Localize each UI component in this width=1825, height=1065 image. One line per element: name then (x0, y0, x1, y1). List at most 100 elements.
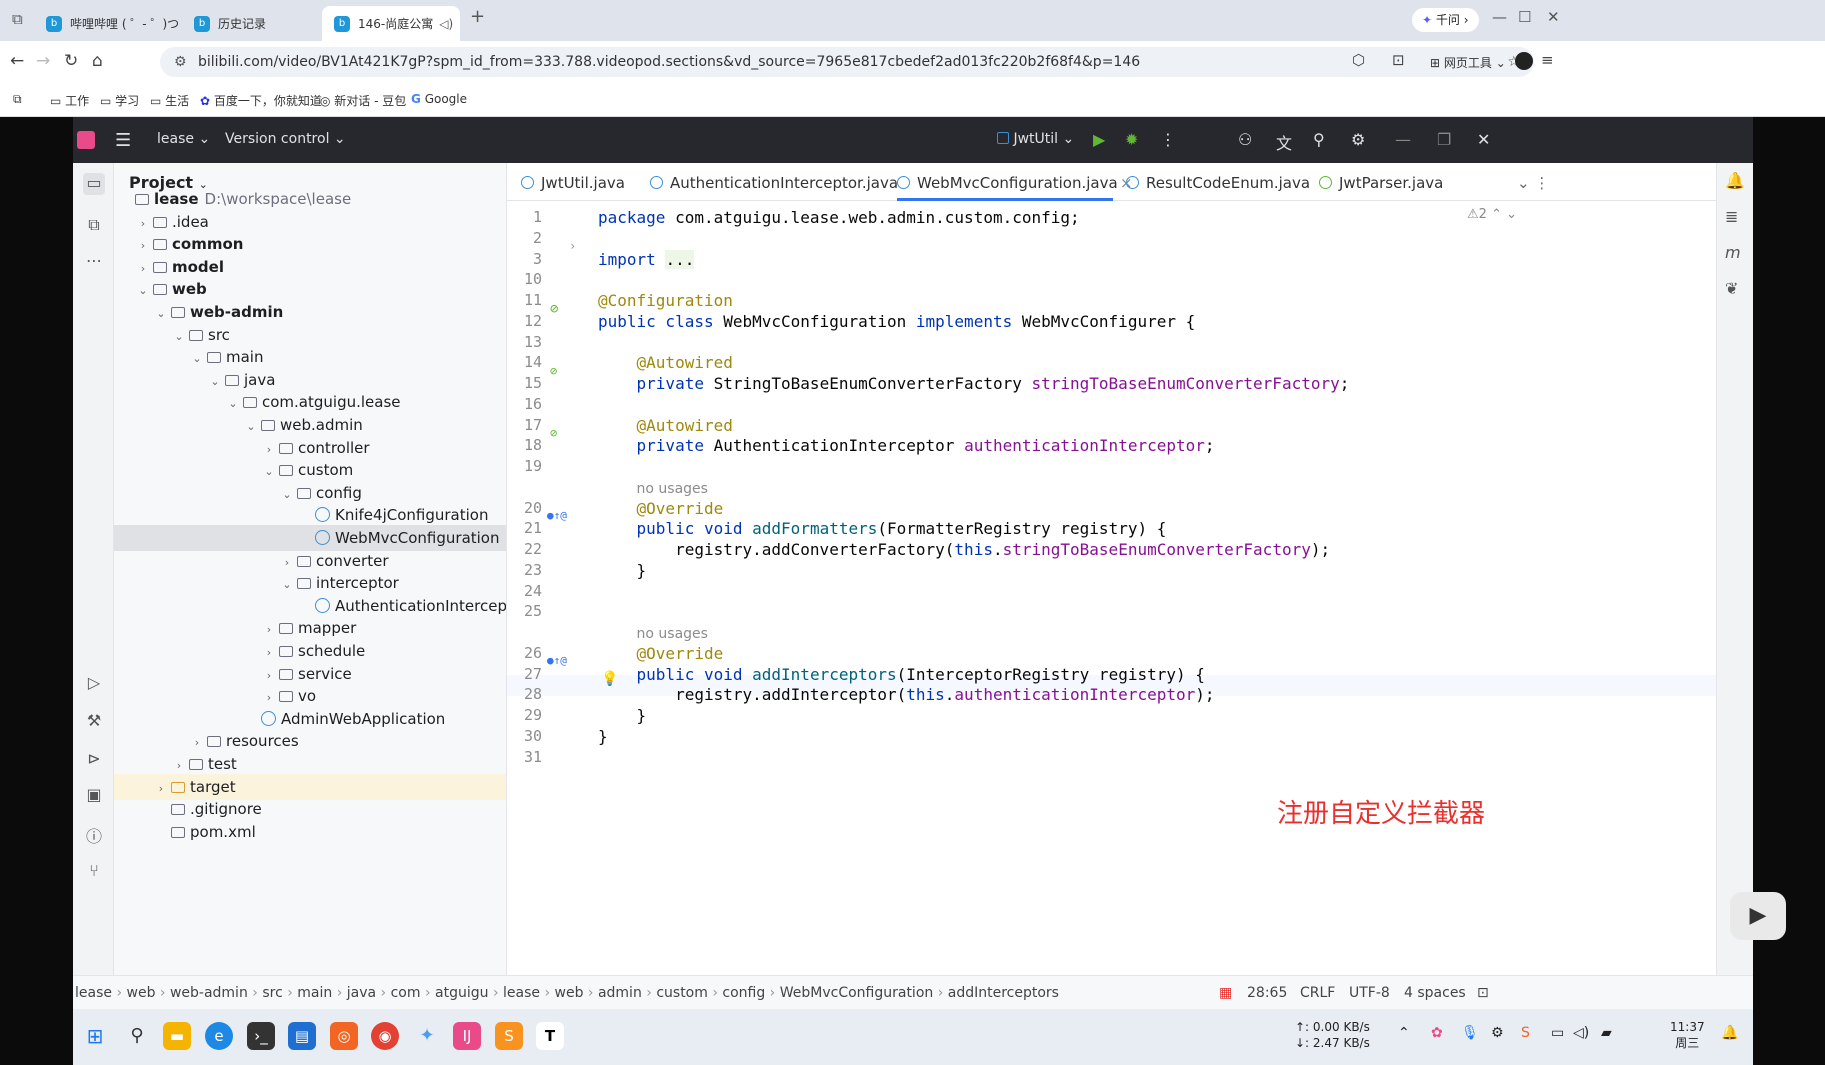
bookmark-google[interactable]: G Google (411, 92, 467, 106)
bookmark-life[interactable]: ▭ 生活 (150, 92, 189, 109)
code-line[interactable]: public class WebMvcConfiguration impleme… (598, 311, 1195, 332)
main-menu-icon[interactable]: ☰ (115, 130, 131, 151)
avatar[interactable] (1515, 52, 1533, 70)
code-line[interactable]: public void addFormatters(FormatterRegis… (598, 518, 1167, 539)
gradle-icon[interactable]: ❦ (1725, 279, 1738, 298)
ide-close-icon[interactable]: ✕ (1477, 130, 1490, 149)
code-line[interactable]: @Override (598, 643, 724, 664)
tab-result-code-enum[interactable]: ResultCodeEnum.java (1126, 163, 1310, 201)
services-icon[interactable]: ⊳ (83, 749, 105, 771)
taskbar-search-icon[interactable]: ⚲ (123, 1022, 151, 1050)
problems-icon[interactable]: ⓘ (83, 823, 105, 846)
tray-chevron-icon[interactable]: ⌃ (1398, 1025, 1410, 1041)
breadcrumb-item[interactable]: src (262, 985, 282, 1001)
screenshot-icon[interactable]: ⊡ (1392, 51, 1405, 69)
typora-icon[interactable]: T (536, 1022, 564, 1050)
code-area[interactable]: 1 package com.atguigu.lease.web.admin.cus… (507, 201, 1716, 975)
project-tool-icon[interactable]: ▭ (83, 173, 105, 195)
vcs-menu[interactable]: Version control ⌄ (225, 131, 346, 147)
breadcrumb-item[interactable]: addInterceptors (948, 985, 1059, 1001)
ide-minimize-icon[interactable]: — (1395, 130, 1411, 149)
code-line[interactable]: public void addInterceptors(InterceptorR… (598, 664, 1205, 685)
search-icon[interactable]: ⚲ (1313, 130, 1325, 149)
code-line[interactable]: import ... (598, 249, 695, 270)
intellij-taskbar-icon[interactable]: IJ (453, 1022, 481, 1050)
clock[interactable]: 11:37 周三 (1670, 1019, 1705, 1051)
indent-setting[interactable]: 4 spaces (1404, 976, 1466, 1010)
terminal-icon[interactable]: ▣ (83, 785, 105, 807)
run-icon[interactable]: ▶ (1093, 130, 1105, 149)
code-line[interactable]: no usages (598, 622, 708, 643)
maven-icon[interactable]: m (1725, 243, 1741, 262)
extensions-icon[interactable]: ⬡ (1352, 51, 1365, 69)
breadcrumb-item[interactable]: WebMvcConfiguration (780, 985, 934, 1001)
tabs-more-icon[interactable]: ⌄ ⋮ (1517, 163, 1549, 201)
breadcrumb-item[interactable]: web-admin (170, 985, 248, 1001)
minimize-icon[interactable]: — (1492, 8, 1507, 26)
database-icon[interactable]: ≣ (1725, 207, 1738, 226)
code-line[interactable]: } (598, 560, 647, 581)
code-line[interactable]: registry.addConverterFactory(this.string… (598, 539, 1330, 560)
new-tab-button[interactable]: + (470, 6, 485, 27)
tray-settings-icon[interactable]: ⚙ (1491, 1025, 1504, 1041)
tab-jwtutil[interactable]: JwtUtil.java (521, 163, 625, 201)
file-explorer-icon[interactable]: ▬ (163, 1022, 191, 1050)
store-icon[interactable]: ▤ (288, 1022, 316, 1050)
more-icon[interactable]: ⋮ (1160, 130, 1176, 149)
caret-position[interactable]: 28:65 (1247, 976, 1287, 1010)
lock-icon[interactable]: ⊡ (1477, 976, 1489, 1010)
breadcrumb-item[interactable]: lease (75, 985, 112, 1001)
code-line[interactable]: no usages (598, 477, 708, 498)
run-config-selector[interactable]: JwtUtil ⌄ (997, 131, 1074, 147)
breadcrumb-item[interactable]: admin (598, 985, 642, 1001)
tray-s-icon[interactable]: S (1521, 1025, 1530, 1041)
git-icon[interactable]: ⑂ (83, 861, 105, 883)
battery-icon[interactable]: ▰ (1601, 1025, 1612, 1041)
code-line[interactable]: } (598, 726, 608, 747)
breadcrumb-item[interactable]: atguigu (435, 985, 488, 1001)
qianwen-button[interactable]: ✦ 千问 › (1412, 8, 1479, 32)
code-line[interactable]: } (598, 705, 647, 726)
video-player[interactable]: ☰ lease ⌄ Version control ⌄ JwtUtil ⌄ ▶ … (0, 117, 1825, 1065)
code-line[interactable]: registry.addInterceptor(this.authenticat… (598, 684, 1214, 705)
breadcrumb-item[interactable]: web (127, 985, 156, 1001)
breadcrumb-item[interactable]: lease (503, 985, 540, 1001)
debug-icon[interactable]: ✹ (1125, 130, 1138, 149)
terminal-app-icon[interactable]: ›_ (247, 1022, 275, 1050)
app-orange-icon[interactable]: ◎ (330, 1022, 358, 1050)
url-field[interactable]: ⚙ bilibili.com/video/BV1At421K7gP?spm_id… (160, 47, 1534, 77)
tab-search-icon[interactable]: ⧉ (12, 10, 23, 28)
mic-icon[interactable]: 🎙 (1461, 1025, 1479, 1041)
breadcrumb-item[interactable]: config (722, 985, 765, 1001)
translate-icon[interactable]: 文 (1276, 130, 1292, 154)
breadcrumb-item[interactable]: main (297, 985, 332, 1001)
code-line[interactable]: @Configuration (598, 290, 733, 311)
menu-icon[interactable]: ≡ (1541, 51, 1554, 69)
bookmark-baidu[interactable]: ✿ 百度一下，你就知道 (200, 92, 322, 109)
close-window-icon[interactable]: ✕ (1547, 8, 1560, 26)
code-line[interactable]: @Override (598, 498, 724, 519)
bookmark-study[interactable]: ▭ 学习 (100, 92, 139, 109)
fold-icon[interactable]: › (569, 239, 576, 253)
build-icon[interactable]: ⚒ (83, 711, 105, 733)
forward-icon[interactable]: → (36, 51, 50, 71)
home-icon[interactable]: ⌂ (92, 51, 103, 71)
structure-icon[interactable]: ⧉ (83, 215, 105, 237)
web-tools-button[interactable]: ⊞ 网页工具 ⌄ (1430, 54, 1506, 71)
edge-icon[interactable]: e (205, 1022, 233, 1050)
notification-bell-icon[interactable]: 🔔 (1721, 1025, 1738, 1041)
warnings-indicator[interactable]: ⚠2 ⌃ ⌄ (1467, 207, 1517, 222)
tab-webmvc-configuration[interactable]: WebMvcConfiguration.java (897, 163, 1118, 201)
bookmark-doubao[interactable]: ◎ 新对话 - 豆包 (320, 92, 406, 109)
run-tool-icon[interactable]: ▷ (83, 673, 105, 695)
ide-restore-icon[interactable]: ❐ (1437, 130, 1451, 149)
more-tools-icon[interactable]: ⋯ (83, 251, 105, 273)
code-line[interactable]: package com.atguigu.lease.web.admin.cust… (598, 207, 1080, 228)
breadcrumb-item[interactable]: java (347, 985, 376, 1001)
breadcrumb-item[interactable]: com (391, 985, 421, 1001)
code-line[interactable]: private StringToBaseEnumConverterFactory… (598, 373, 1350, 394)
breadcrumb-item[interactable]: custom (656, 985, 708, 1001)
lightbulb-icon[interactable]: 💡 (601, 671, 618, 687)
reload-icon[interactable]: ↻ (64, 51, 78, 71)
tray-app-icon[interactable]: ✿ (1431, 1025, 1443, 1041)
